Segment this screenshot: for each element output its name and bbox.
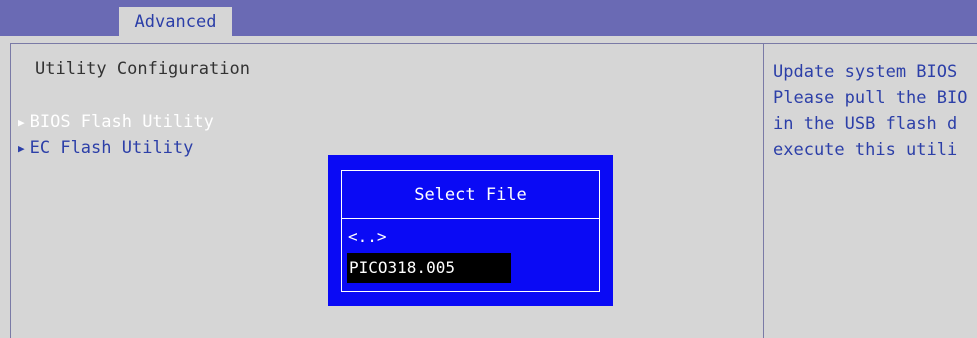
file-item-parent-directory[interactable]: <..> [348,227,387,246]
help-line: Update system BIOS [773,62,958,82]
menu-item-bios-flash-utility[interactable]: ▶ BIOS Flash Utility [18,112,214,132]
select-file-dialog: Select File <..> PICO318.005 [328,155,613,306]
menu-item-label: BIOS Flash Utility [29,112,214,132]
dialog-title: Select File [342,171,599,219]
help-panel: Update system BIOS Please pull the BIO i… [773,59,977,163]
tab-advanced[interactable]: Advanced [119,7,232,36]
triangle-right-icon: ▶ [18,115,25,129]
help-line: Please pull the BIO [773,88,968,108]
triangle-right-icon: ▶ [18,141,25,155]
help-line: execute this utili [773,140,958,160]
menu-item-ec-flash-utility[interactable]: ▶ EC Flash Utility [18,138,193,158]
top-menu-bar: Advanced [0,0,977,36]
help-line: in the USB flash d [773,114,958,134]
section-title: Utility Configuration [35,59,250,79]
dialog-inner-border: Select File <..> PICO318.005 [341,170,600,292]
file-item-selected[interactable]: PICO318.005 [347,253,511,283]
menu-item-label: EC Flash Utility [29,138,194,158]
panel-divider [763,43,764,338]
